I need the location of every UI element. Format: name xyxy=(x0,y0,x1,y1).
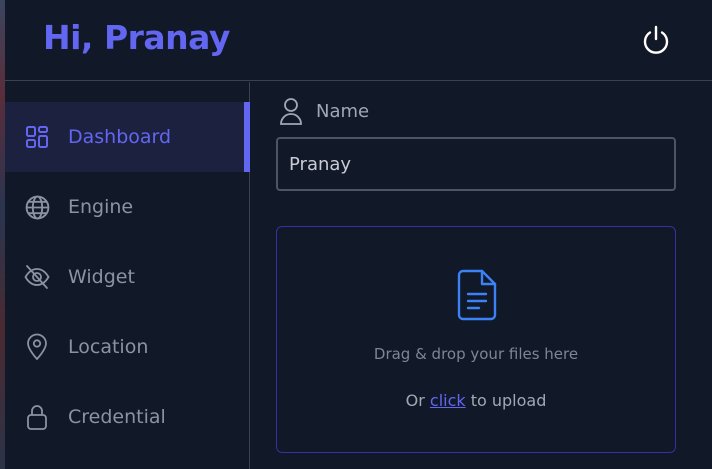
upload-link[interactable]: click xyxy=(430,391,466,410)
globe-icon xyxy=(23,193,51,221)
upload-suffix: to upload xyxy=(470,391,547,410)
file-dropzone[interactable]: Drag & drop your files here Or click to … xyxy=(276,226,676,453)
sidebar-item-label: Engine xyxy=(68,196,134,218)
logout-button[interactable] xyxy=(640,24,672,56)
map-pin-icon xyxy=(23,333,51,361)
name-field-label-row: Name xyxy=(278,96,369,126)
header: Hi, Pranay xyxy=(5,0,712,81)
eye-off-icon xyxy=(23,263,51,291)
dropzone-instructions: Drag & drop your files here xyxy=(373,345,579,363)
power-icon xyxy=(643,25,669,54)
lock-icon xyxy=(23,403,51,431)
sidebar-item-dashboard[interactable]: Dashboard xyxy=(5,102,250,172)
name-field-label: Name xyxy=(316,100,370,122)
sidebar-item-credential[interactable]: Credential xyxy=(5,382,250,452)
upload-line: Or click to upload xyxy=(277,391,675,410)
sidebar-item-label: Location xyxy=(68,336,149,358)
name-input[interactable] xyxy=(276,137,676,191)
sidebar-item-engine[interactable]: Engine xyxy=(5,172,250,242)
sidebar-item-label: Dashboard xyxy=(68,126,172,148)
upload-prefix: Or xyxy=(405,391,425,410)
user-icon xyxy=(280,98,302,125)
sidebar-item-label: Credential xyxy=(68,406,166,428)
sidebar: Dashboard Engine Widget Location Credent… xyxy=(5,82,250,469)
file-text-icon xyxy=(457,269,497,321)
sidebar-item-widget[interactable]: Widget xyxy=(5,242,250,312)
main-content: Name Drag & drop your files here Or clic… xyxy=(251,82,712,469)
greeting-title: Hi, Pranay xyxy=(43,18,230,57)
app-window: Hi, Pranay Dashboard Engine Widget Locat… xyxy=(0,0,712,469)
sidebar-item-location[interactable]: Location xyxy=(5,312,250,382)
dashboard-grid-icon xyxy=(23,123,51,151)
sidebar-item-label: Widget xyxy=(68,266,135,288)
